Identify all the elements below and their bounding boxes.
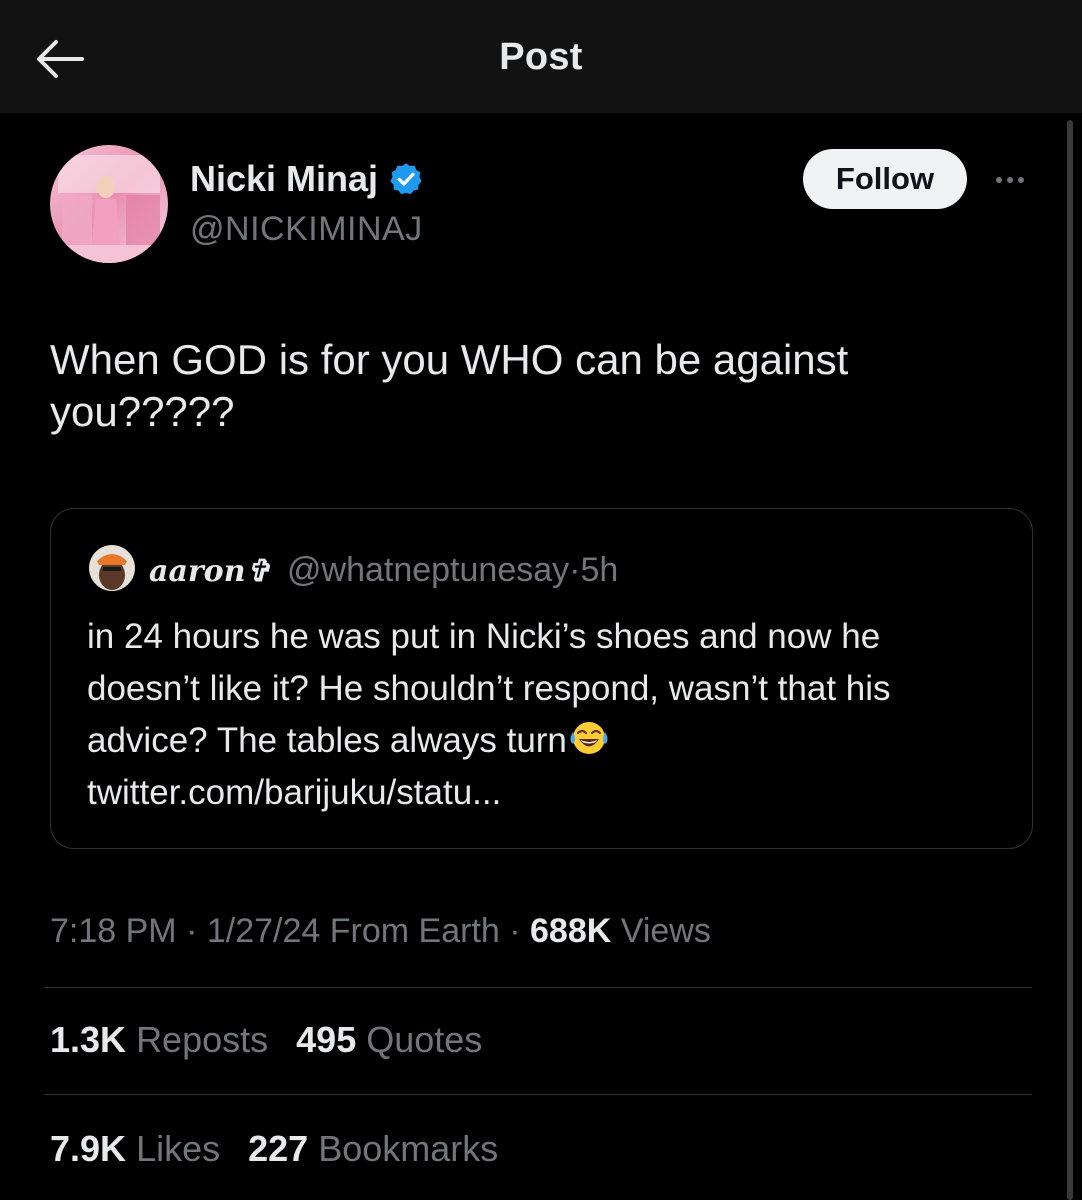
laughing-tears-emoji-icon <box>570 722 608 754</box>
author-handle[interactable]: @NICKIMINAJ <box>190 210 423 249</box>
more-dot-icon <box>1007 177 1013 183</box>
quoted-author-meta: @whatneptunesay·5h <box>287 551 618 590</box>
quoted-post-text: in 24 hours he was put in Nicki’s shoes … <box>87 617 891 760</box>
quotes-label: Quotes <box>366 1019 483 1060</box>
post-location: From Earth <box>329 912 500 950</box>
reposts-count: 1.3K <box>50 1019 127 1060</box>
page-title: Post <box>499 36 583 78</box>
scrollbar[interactable] <box>1067 120 1073 1200</box>
likes-stat[interactable]: 7.9K Likes <box>50 1128 220 1169</box>
meta-separator: · <box>569 551 581 589</box>
quotes-count: 495 <box>296 1019 357 1060</box>
post-time[interactable]: 7:18 PM <box>50 912 177 950</box>
more-dot-icon <box>1018 177 1024 183</box>
quoted-post-card[interactable]: aaron✞ @whatneptunesay·5h in 24 hours he… <box>50 508 1033 849</box>
author-name-row[interactable]: Nicki Minaj <box>190 158 424 200</box>
top-bar: Post <box>0 0 1082 113</box>
reposts-label: Reposts <box>136 1019 269 1060</box>
bookmarks-count: 227 <box>248 1128 309 1169</box>
post-date[interactable]: 1/27/24 <box>207 912 320 950</box>
follow-button[interactable]: Follow <box>803 149 967 209</box>
quoted-author-avatar <box>89 545 135 591</box>
likes-count: 7.9K <box>50 1128 127 1169</box>
stats-row-reposts-quotes: 1.3K Reposts 495 Quotes <box>50 1019 500 1061</box>
quoted-author-handle: @whatneptunesay <box>287 551 570 589</box>
bookmarks-stat[interactable]: 227 Bookmarks <box>248 1128 498 1169</box>
quoted-post-link[interactable]: twitter.com/barijuku/statu... <box>87 773 501 812</box>
stats-row-likes-bookmarks: 7.9K Likes 227 Bookmarks <box>50 1128 516 1170</box>
post-text: When GOD is for you WHO can be against y… <box>50 336 849 435</box>
quoted-author-name: aaron✞ <box>149 554 271 589</box>
quotes-stat[interactable]: 495 Quotes <box>296 1019 482 1060</box>
divider <box>44 1094 1032 1095</box>
bookmarks-label: Bookmarks <box>318 1128 499 1169</box>
author-avatar[interactable] <box>50 145 168 263</box>
divider <box>44 987 1032 988</box>
views-label: Views <box>620 912 711 950</box>
quoted-post-time: 5h <box>580 551 619 589</box>
views-count: 688K <box>530 912 612 950</box>
more-dot-icon <box>996 177 1002 183</box>
author-name[interactable]: Nicki Minaj <box>190 158 378 200</box>
more-options-button[interactable] <box>988 160 1032 200</box>
verified-badge-icon <box>390 163 422 195</box>
reposts-stat[interactable]: 1.3K Reposts <box>50 1019 268 1060</box>
post-meta: 7:18 PM · 1/27/24 From Earth · 688K View… <box>50 912 711 950</box>
quoted-post-text-block: in 24 hours he was put in Nicki’s shoes … <box>87 611 987 819</box>
likes-label: Likes <box>136 1128 221 1169</box>
